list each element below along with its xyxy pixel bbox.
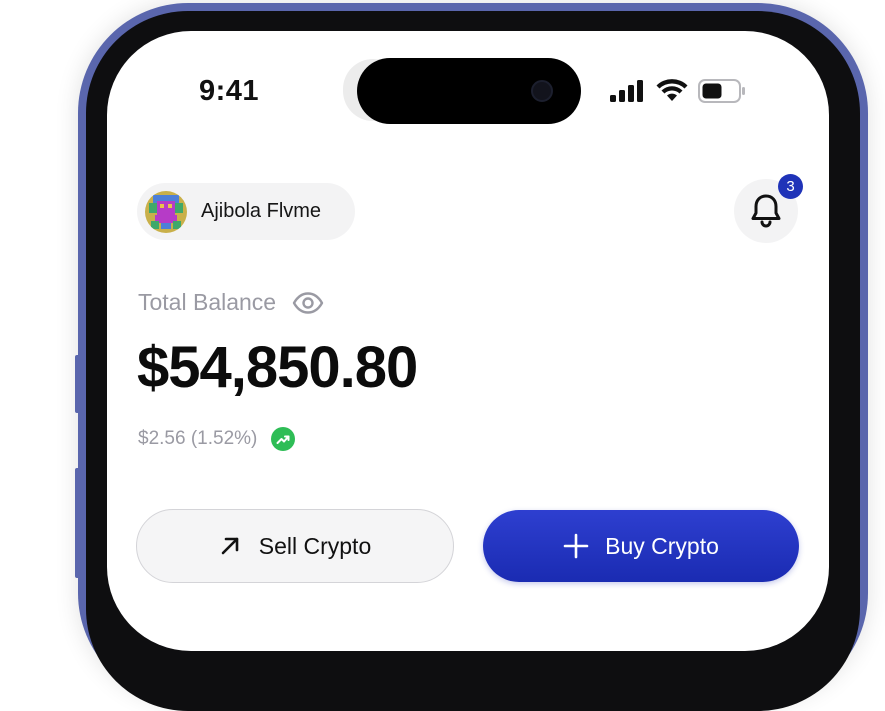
phone-volume-down-button	[75, 468, 80, 578]
plus-icon	[563, 533, 589, 559]
sell-crypto-label: Sell Crypto	[258, 532, 372, 559]
front-camera-icon	[531, 80, 553, 102]
sell-crypto-button[interactable]: Sell Crypto	[136, 509, 454, 583]
cellular-signal-icon	[610, 80, 643, 102]
buy-crypto-button[interactable]: Buy Crypto	[483, 510, 799, 582]
trending-up-icon	[276, 435, 290, 444]
balance-change-row: $2.56 (1.52%)	[138, 427, 296, 451]
status-icons	[610, 78, 746, 104]
buy-crypto-label: Buy Crypto	[605, 532, 719, 559]
phone-screen: 9:41 Ajibola Flvme 3 Total Balance $54,8…	[107, 31, 829, 651]
arrow-up-right-icon	[221, 537, 239, 555]
profile-name: Ajibola Flvme	[201, 200, 322, 222]
wifi-icon	[656, 79, 688, 101]
notification-badge: 3	[778, 174, 803, 199]
balance-change: $2.56 (1.52%)	[138, 428, 258, 449]
phone-power-button	[860, 512, 865, 588]
pixel-art-avatar-icon	[145, 190, 187, 233]
balance-amount: $54,850.80	[137, 335, 418, 400]
eye-icon[interactable]	[292, 291, 324, 314]
balance-label-row: Total Balance	[138, 289, 324, 316]
phone-volume-up-button	[75, 355, 80, 413]
profile-pill[interactable]: Ajibola Flvme	[137, 183, 355, 240]
trend-badge	[271, 427, 296, 451]
balance-label: Total Balance	[138, 289, 277, 315]
dynamic-island	[357, 58, 581, 124]
bell-icon	[751, 194, 781, 228]
status-time: 9:41	[199, 75, 260, 107]
battery-icon	[698, 79, 745, 103]
avatar	[145, 190, 187, 233]
